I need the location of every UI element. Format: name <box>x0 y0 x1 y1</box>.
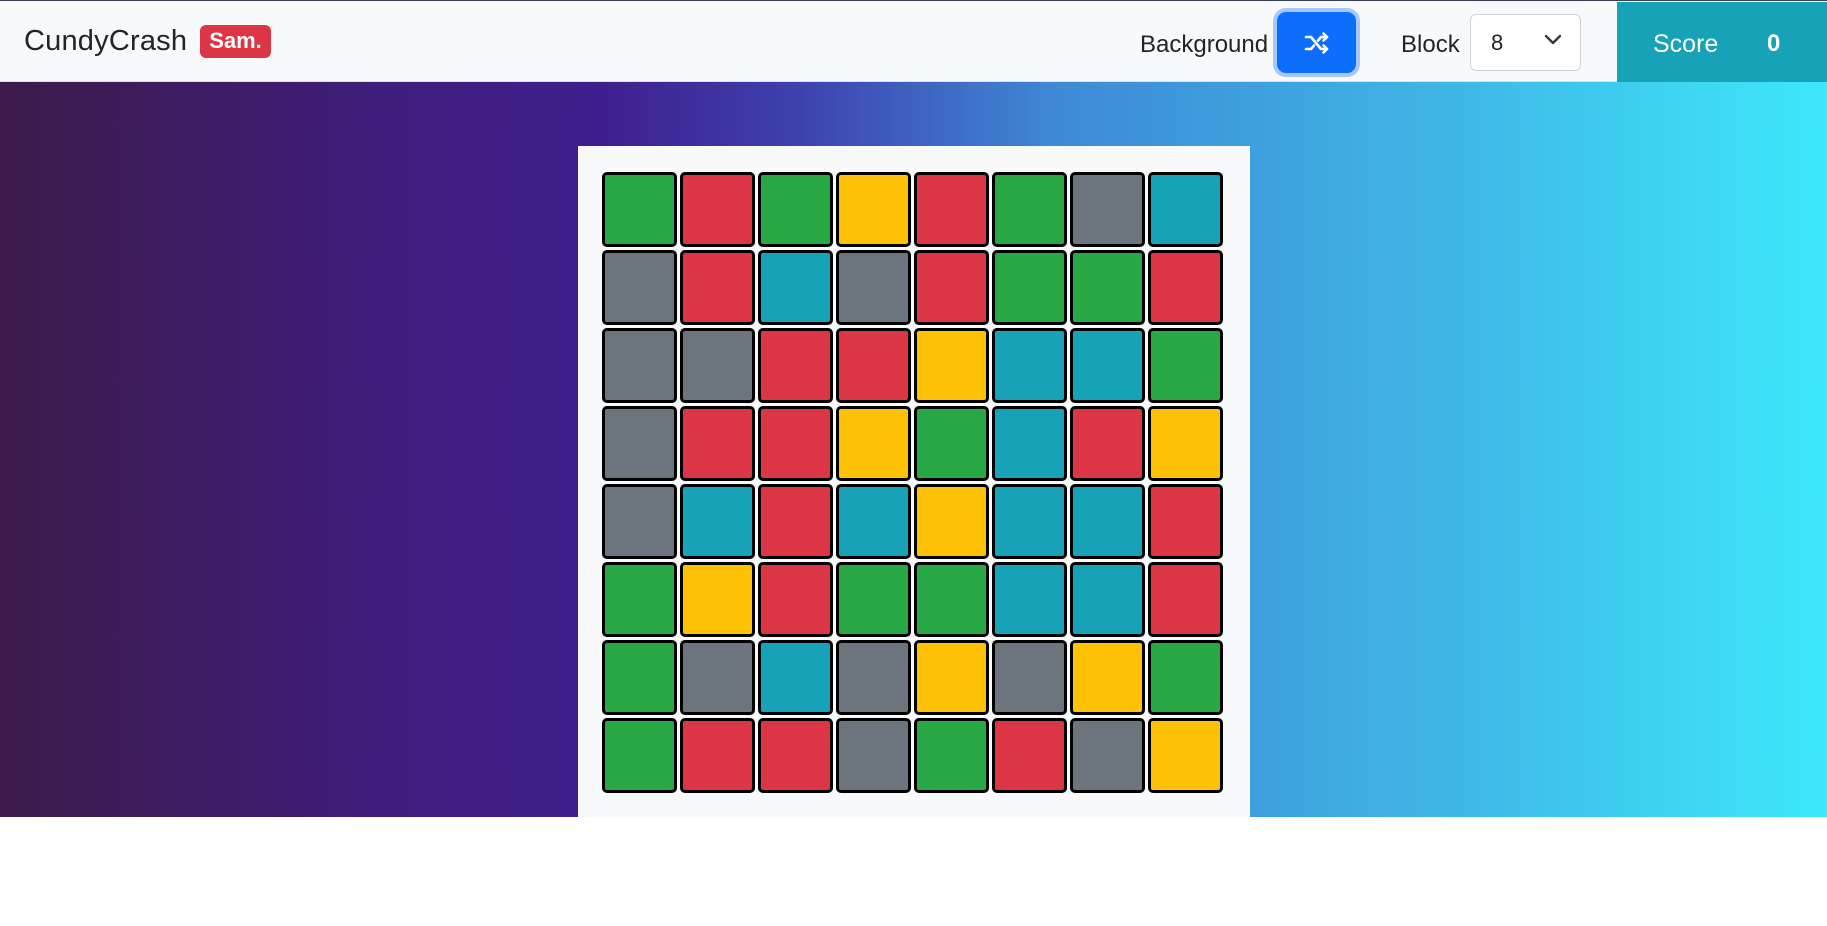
block-gray[interactable] <box>602 250 677 325</box>
block-teal[interactable] <box>1070 484 1145 559</box>
block-yellow[interactable] <box>1070 640 1145 715</box>
block-teal[interactable] <box>992 484 1067 559</box>
game-background <box>0 82 1827 817</box>
shuffle-background-button[interactable] <box>1277 12 1356 73</box>
block-yellow[interactable] <box>680 562 755 637</box>
block-yellow[interactable] <box>1148 718 1223 793</box>
block-red[interactable] <box>758 406 833 481</box>
block-green[interactable] <box>602 640 677 715</box>
block-gray[interactable] <box>602 484 677 559</box>
block-yellow[interactable] <box>914 640 989 715</box>
block-yellow[interactable] <box>836 172 911 247</box>
block-teal[interactable] <box>992 562 1067 637</box>
block-green[interactable] <box>602 718 677 793</box>
game-board <box>578 146 1250 817</box>
block-green[interactable] <box>1148 640 1223 715</box>
background-label: Background <box>1140 31 1269 58</box>
block-red[interactable] <box>914 250 989 325</box>
score-box: Score 0 <box>1617 2 1827 83</box>
brand-badge: Sam. <box>200 25 271 58</box>
block-yellow[interactable] <box>914 484 989 559</box>
block-red[interactable] <box>680 718 755 793</box>
block-teal[interactable] <box>758 250 833 325</box>
block-teal[interactable] <box>836 484 911 559</box>
block-green[interactable] <box>992 172 1067 247</box>
block-gray[interactable] <box>836 718 911 793</box>
score-value: 0 <box>1767 30 1781 57</box>
block-label: Block <box>1401 31 1460 58</box>
block-teal[interactable] <box>680 484 755 559</box>
block-green[interactable] <box>992 250 1067 325</box>
block-green[interactable] <box>602 172 677 247</box>
block-grid <box>602 172 1223 793</box>
block-gray[interactable] <box>836 250 911 325</box>
block-red[interactable] <box>680 172 755 247</box>
block-red[interactable] <box>758 718 833 793</box>
block-red[interactable] <box>680 406 755 481</box>
block-teal[interactable] <box>992 406 1067 481</box>
block-red[interactable] <box>758 328 833 403</box>
block-green[interactable] <box>1070 250 1145 325</box>
brand-name: CundyCrash <box>24 25 188 57</box>
score-label: Score <box>1653 30 1719 58</box>
block-green[interactable] <box>758 172 833 247</box>
block-red[interactable] <box>680 250 755 325</box>
block-yellow[interactable] <box>836 406 911 481</box>
block-gray[interactable] <box>680 328 755 403</box>
block-teal[interactable] <box>1070 328 1145 403</box>
block-teal[interactable] <box>1070 562 1145 637</box>
block-green[interactable] <box>914 718 989 793</box>
block-teal[interactable] <box>1148 172 1223 247</box>
block-green[interactable] <box>914 562 989 637</box>
block-red[interactable] <box>1070 406 1145 481</box>
navbar: CundyCrash Sam. Background Block 8 Score… <box>0 0 1827 83</box>
block-red[interactable] <box>836 328 911 403</box>
block-size-value: 8 <box>1491 29 1504 55</box>
block-size-select[interactable]: 8 <box>1470 14 1581 71</box>
block-gray[interactable] <box>992 640 1067 715</box>
block-gray[interactable] <box>602 328 677 403</box>
block-gray[interactable] <box>836 640 911 715</box>
block-red[interactable] <box>758 562 833 637</box>
block-gray[interactable] <box>680 640 755 715</box>
block-yellow[interactable] <box>1148 406 1223 481</box>
block-red[interactable] <box>914 172 989 247</box>
block-teal[interactable] <box>758 640 833 715</box>
block-green[interactable] <box>836 562 911 637</box>
block-green[interactable] <box>602 562 677 637</box>
block-red[interactable] <box>1148 484 1223 559</box>
block-teal[interactable] <box>992 328 1067 403</box>
block-gray[interactable] <box>1070 172 1145 247</box>
shuffle-icon <box>1304 31 1328 54</box>
block-green[interactable] <box>914 406 989 481</box>
brand[interactable]: CundyCrash Sam. <box>24 25 271 58</box>
block-gray[interactable] <box>1070 718 1145 793</box>
block-red[interactable] <box>1148 562 1223 637</box>
block-red[interactable] <box>758 484 833 559</box>
block-green[interactable] <box>1148 328 1223 403</box>
block-red[interactable] <box>1148 250 1223 325</box>
block-yellow[interactable] <box>914 328 989 403</box>
block-red[interactable] <box>992 718 1067 793</box>
chevron-down-icon <box>1544 34 1562 45</box>
block-gray[interactable] <box>602 406 677 481</box>
